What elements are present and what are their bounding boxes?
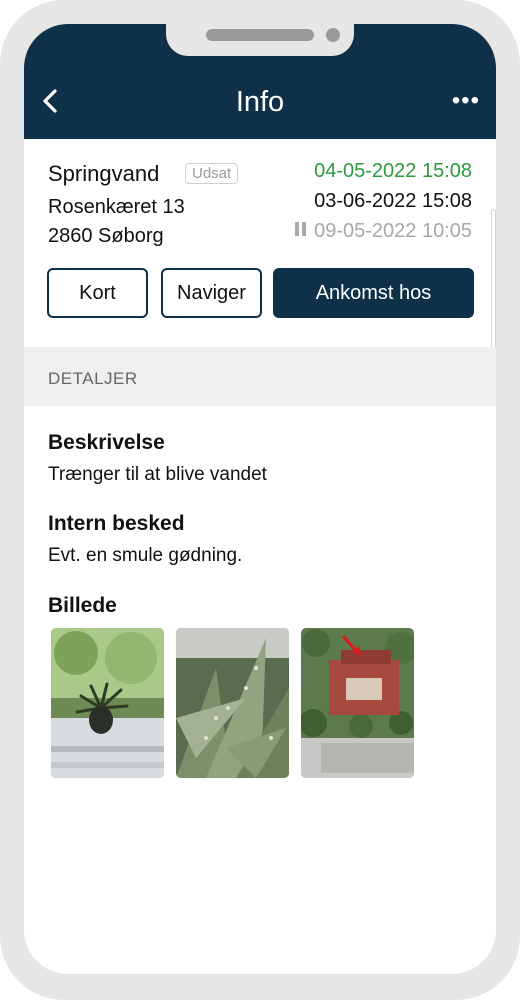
photo-thumbnail-plant-window[interactable] (51, 628, 164, 778)
photo-thumbnail-aloe-closeup[interactable] (176, 628, 289, 778)
map-button[interactable]: Kort (47, 268, 148, 318)
more-options-icon[interactable]: ••• (452, 89, 480, 113)
arrival-button[interactable]: Ankomst hos (273, 268, 474, 318)
app-header: Info ••• (24, 24, 496, 139)
message-label: Intern besked (48, 512, 185, 535)
camera-dot (326, 28, 340, 42)
date-green: 04-05-2022 15:08 (314, 160, 472, 182)
section-title: DETALJER (48, 369, 138, 388)
item-name: Springvand (48, 161, 160, 186)
app-screen: Info ••• Springvand Udsat Rosenkæret 13 … (24, 24, 496, 974)
address-city: 2860 Søborg (48, 225, 164, 247)
description-text: Trænger til at blive vandet (48, 464, 267, 485)
date-paused-row: 09-05-2022 10:05 (294, 220, 472, 243)
section-header: DETALJER (24, 347, 496, 406)
date-deadline: 03-06-2022 15:08 (314, 190, 472, 212)
status-badge: Udsat (185, 163, 239, 184)
phone-notch (166, 24, 354, 56)
photo-thumbnail-aerial-map[interactable] (301, 628, 414, 778)
date-paused: 09-05-2022 10:05 (314, 220, 472, 242)
pause-icon (294, 222, 299, 236)
address-street: Rosenkæret 13 (48, 196, 185, 218)
images-label: Billede (48, 594, 117, 617)
message-text: Evt. en smule gødning. (48, 545, 243, 566)
description-label: Beskrivelse (48, 431, 165, 454)
page-title: Info (235, 86, 285, 118)
info-card: Springvand Udsat Rosenkæret 13 2860 Søbo… (24, 139, 496, 347)
pause-icon (301, 222, 306, 236)
navigate-button[interactable]: Naviger (161, 268, 262, 318)
scrollbar[interactable] (491, 209, 496, 355)
phone-frame: Info ••• Springvand Udsat Rosenkæret 13 … (0, 0, 520, 1000)
speaker-grille (206, 29, 314, 41)
